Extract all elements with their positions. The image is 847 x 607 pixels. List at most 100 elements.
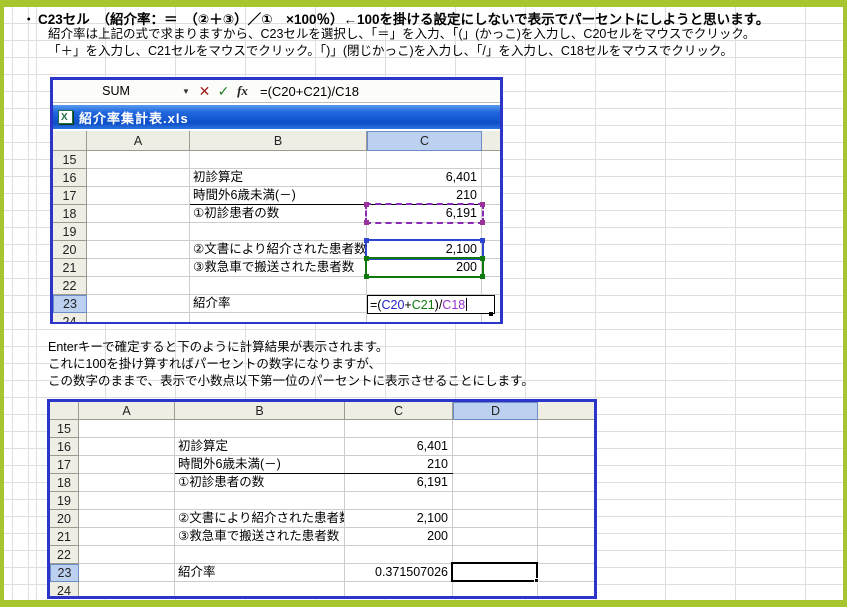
cell [453,420,538,438]
sheet-grid-2: A B C D 15 16初診算定6,401 17時間外6歳未満(－)210 1… [50,402,594,596]
cell [79,564,175,582]
cancel-icon[interactable]: ✕ [195,83,214,100]
intro-line-2: 「＋」を入力し、C21セルをマウスでクリック。「)」(閉じかっこ)を入力し、「/… [48,43,733,60]
row-header: 22 [53,277,87,295]
cell [190,313,367,322]
cell [453,492,538,510]
worksheet-page: ・C23セル （紹介率：＝ （②＋③）／① ×100％）←100を掛ける設定にし… [0,0,847,607]
row-header: 22 [50,546,79,564]
cell [87,295,190,313]
sheet-grid-1: A B C 15 16初診算定6,401 17時間外6歳未満(－)210 18①… [53,131,500,322]
cell: 紹介率 [175,564,345,582]
reference-border-c18 [365,203,484,224]
cell [190,277,367,295]
row-header: 15 [53,151,87,169]
cell [453,438,538,456]
insert-function-icon[interactable]: fx [233,83,252,99]
cell: 2,100 [345,510,453,528]
formula-ref-c18: C18 [442,298,465,312]
row-header: 24 [53,313,87,322]
corner-header [50,402,79,420]
row-header: 18 [50,474,79,492]
row-header: 24 [50,582,79,596]
page-border-left [0,0,4,607]
cell: ③救急車で搬送された患者数 [190,259,367,277]
row-header: 21 [50,528,79,546]
window-titlebar: 紹介率集計表.xls [53,105,500,129]
cell [79,438,175,456]
row-header-23-selected: 23 [53,295,87,313]
row-header: 21 [53,259,87,277]
cell [538,438,594,456]
page-border-top [0,0,847,7]
cell: ①初診患者の数 [175,474,345,492]
table-row: 18①初診患者の数6,191 [50,474,594,492]
cell [538,474,594,492]
cell [87,205,190,223]
cell [87,259,190,277]
screenshot-formula-entry[interactable]: SUM ▼ ✕ ✓ fx =(C20+C21)/C18 紹介率集計表.xls A… [50,77,503,324]
cell [79,420,175,438]
row-header: 19 [50,492,79,510]
formula-part: )/ [435,298,443,312]
table-row: 16初診算定6,401 [53,169,500,187]
table-row: 22 [53,277,500,295]
cell [190,151,367,169]
middle-line-3: この数字のままで、表示で小数点以下第一位のパーセントに表示させることにします。 [48,373,534,390]
cell [87,241,190,259]
edit-cell-c23[interactable]: =(C20+C21)/C18 [367,295,495,314]
cell: 初診算定 [190,169,367,187]
row-header: 19 [53,223,87,241]
cell [345,546,453,564]
text-cursor [466,298,467,311]
name-box-dropdown-icon[interactable]: ▼ [177,87,195,96]
row-header: 20 [53,241,87,259]
cell [453,456,538,474]
cell-c23-result: 0.371507026 [345,564,453,582]
cell [367,151,482,169]
corner-header [53,131,87,151]
column-header-row: A B C D [50,402,594,420]
fill-handle[interactable] [534,578,539,583]
row-header: 17 [53,187,87,205]
cell: ③救急車で搬送された患者数 [175,528,345,546]
cell [538,528,594,546]
cell: 200 [345,528,453,546]
column-header-row: A B C [53,131,500,151]
gridline [12,0,13,607]
page-title: ・C23セル （紹介率：＝ （②＋③）／① ×100％）←100を掛ける設定にし… [22,8,769,28]
formula-ref-c20: C20 [381,298,404,312]
page-border-bottom [0,600,847,607]
cell [87,169,190,187]
screenshot-result[interactable]: A B C D 15 16初診算定6,401 17時間外6歳未満(－)210 1… [47,399,597,599]
page-title-text: C23セル （紹介率：＝ （②＋③）／① ×100％）←100を掛ける設定にしな… [38,12,769,27]
middle-line-2: これに100を掛け算すればパーセントの数字になりますが、 [48,356,381,373]
row-header: 18 [53,205,87,223]
window-title: 紹介率集計表.xls [79,108,189,127]
table-row: 16初診算定6,401 [50,438,594,456]
cell [87,223,190,241]
cell [538,582,594,596]
selection-border-d23 [451,562,538,582]
page-border-right [843,0,847,607]
cell [482,151,500,169]
cell: ②文書により紹介された患者数 [190,241,367,259]
column-header-d-sliver [482,131,500,151]
cell [367,277,482,295]
intro-line-1: 紹介率は上記の式で求まりますから、C23セルを選択し、「＝」を入力、「(」(かっ… [48,26,755,43]
enter-icon[interactable]: ✓ [214,83,233,100]
cell: 時間外6歳未満(－) [190,187,367,205]
cell [190,223,367,241]
cell: ②文書により紹介された患者数 [175,510,345,528]
cell [538,546,594,564]
column-header-a: A [87,131,190,151]
column-header-b: B [190,131,367,151]
table-row: 24 [53,313,500,322]
column-header-e-sliver [538,402,594,420]
cell [79,510,175,528]
cell: 紹介率 [190,295,367,313]
excel-icon [58,110,73,124]
cell [367,313,482,322]
name-box[interactable]: SUM [55,82,177,101]
formula-input[interactable]: =(C20+C21)/C18 [260,84,359,99]
